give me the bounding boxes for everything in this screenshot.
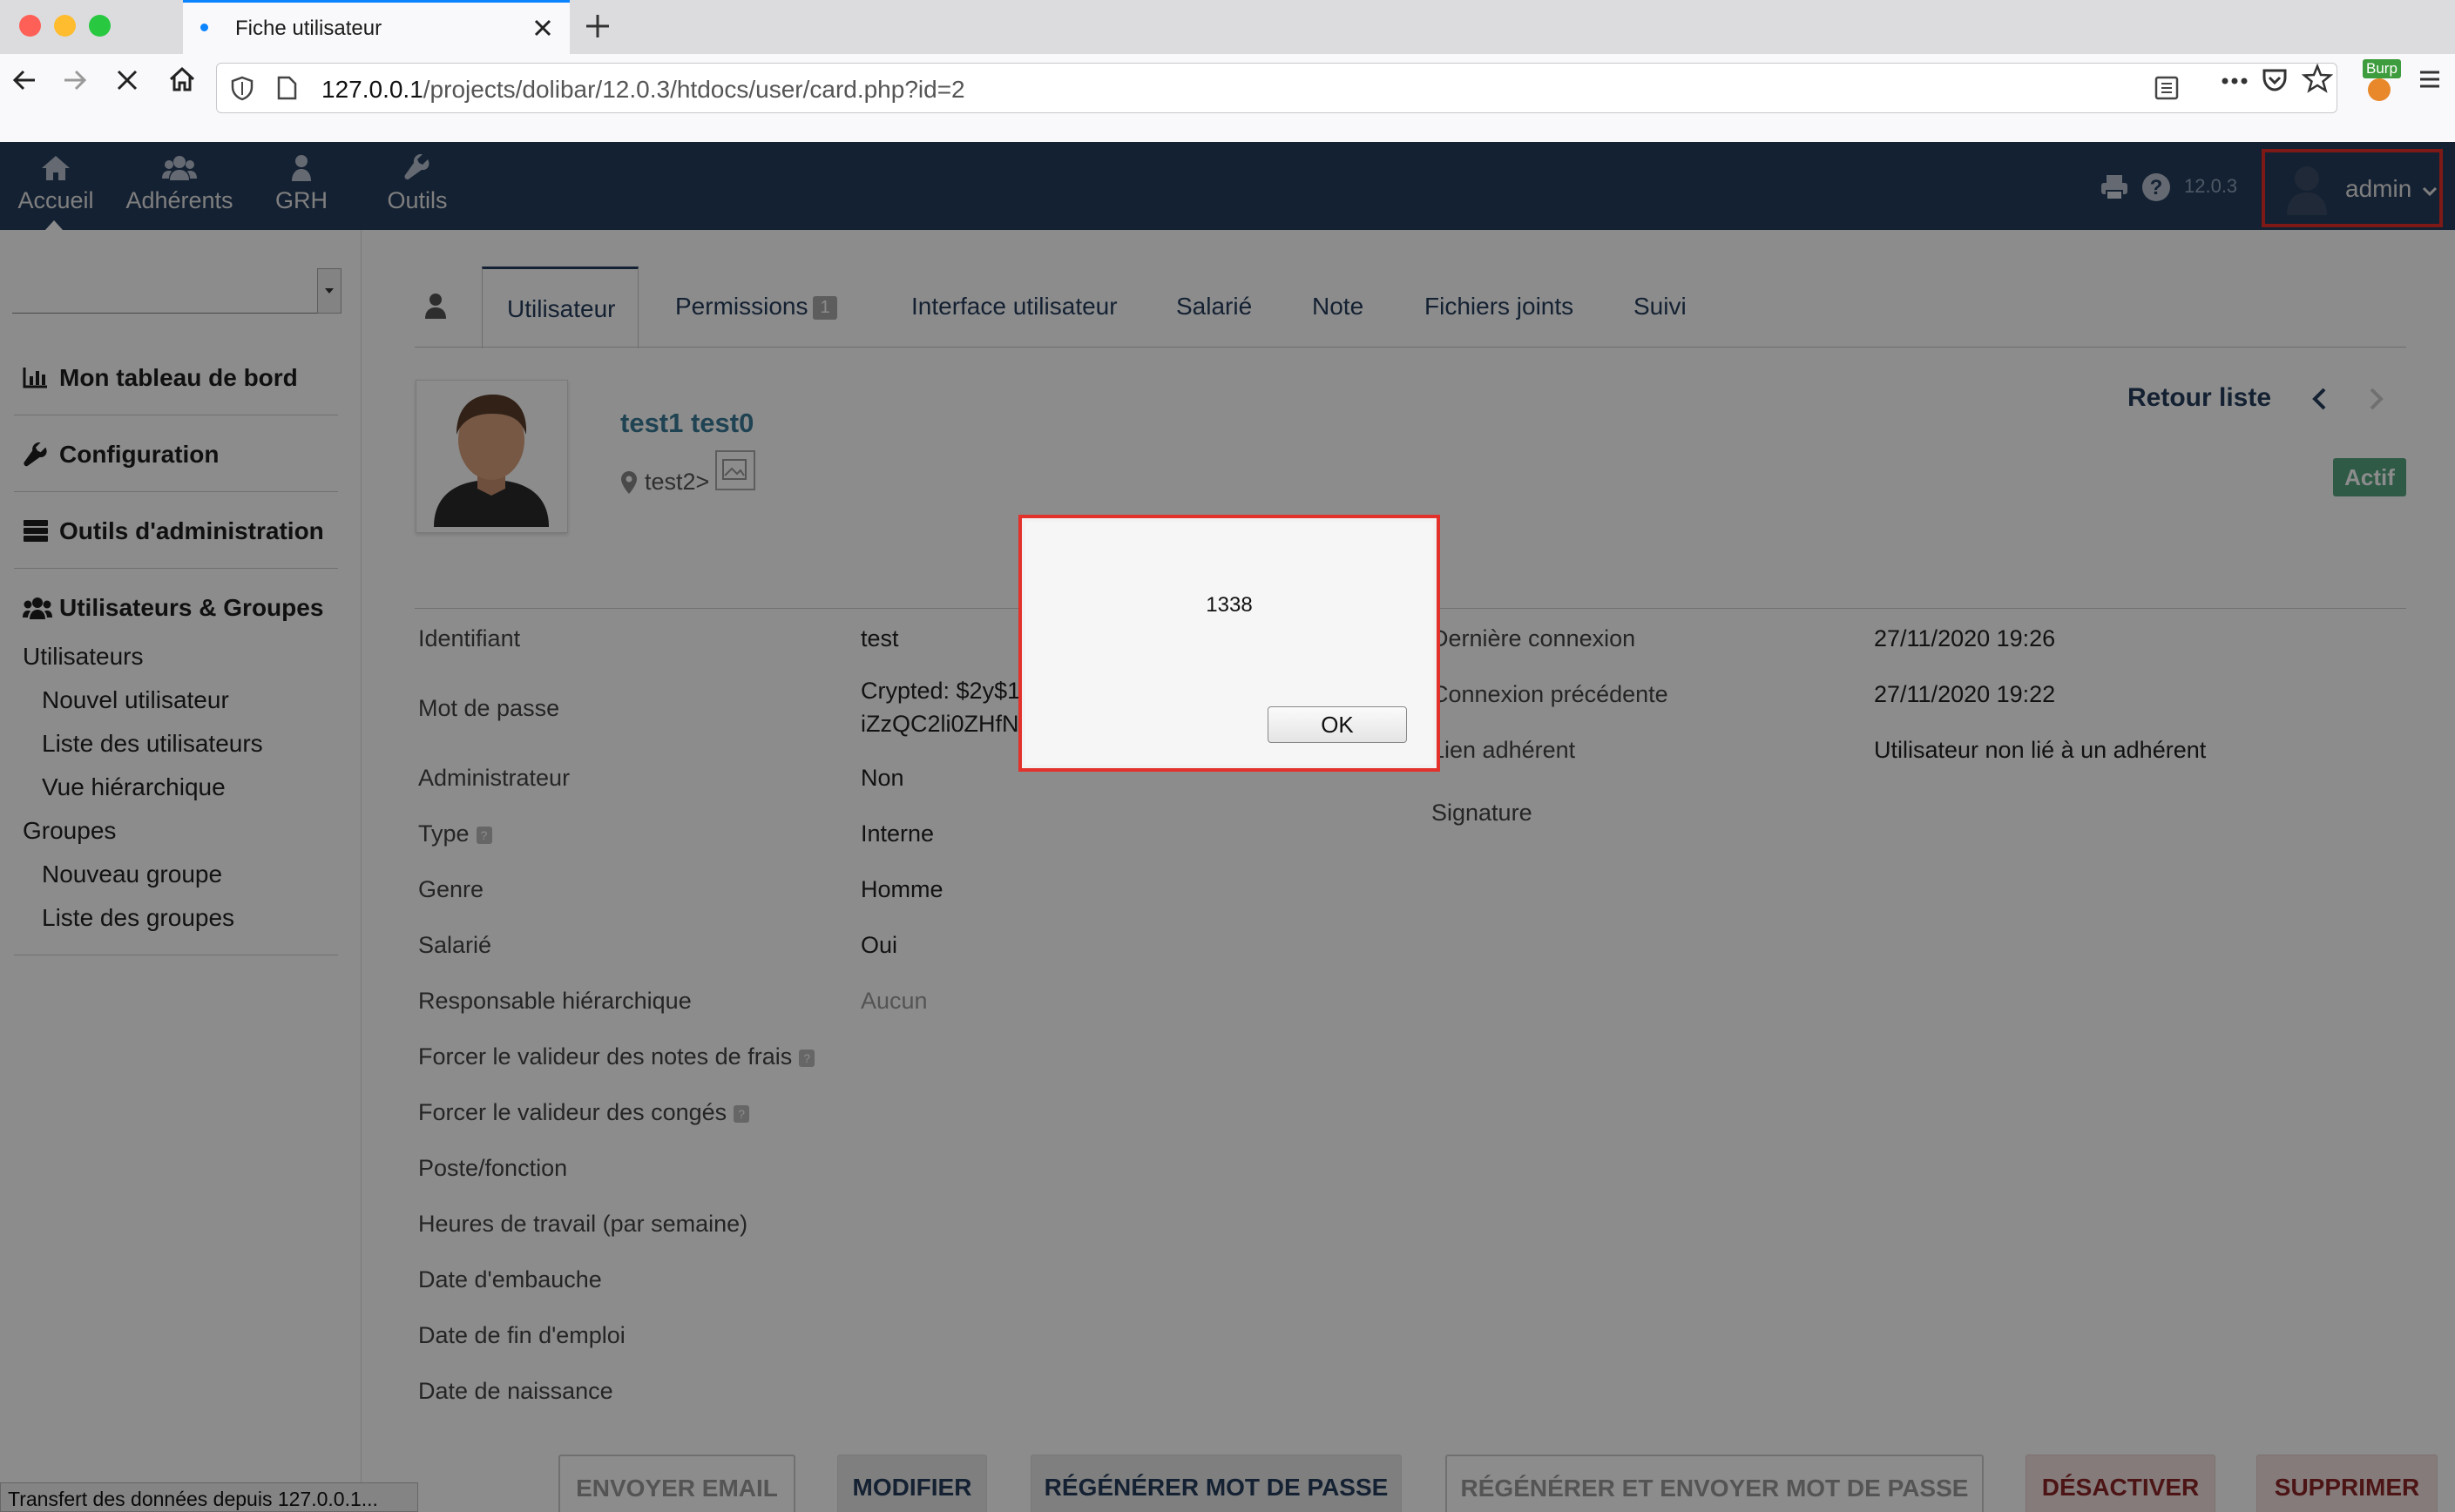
forward-icon[interactable] [59,64,91,96]
back-icon[interactable] [9,64,40,96]
browser-tab-bar: Fiche utilisateur [0,0,2455,54]
maximize-window-button[interactable] [89,15,111,37]
page-info-icon[interactable] [274,75,299,101]
bookmark-star-icon[interactable] [2302,63,2333,94]
more-actions-icon[interactable] [2220,68,2249,94]
alert-dialog: 1338 OK [1025,522,1433,765]
url-text[interactable]: 127.0.0.1/projects/dolibar/12.0.3/htdocs… [321,76,965,104]
close-tab-icon[interactable] [531,17,554,39]
tab-title: Fiche utilisateur [235,17,382,40]
alert-dialog-highlight: 1338 OK [1018,515,1440,772]
home-icon[interactable] [166,63,199,96]
new-tab-icon[interactable] [584,12,612,40]
close-window-button[interactable] [19,15,41,37]
alert-message: 1338 [1206,593,1253,617]
alert-ok-button[interactable]: OK [1268,706,1407,743]
shield-icon[interactable] [229,75,255,101]
address-bar[interactable]: 127.0.0.1/projects/dolibar/12.0.3/htdocs… [216,63,2337,113]
modal-overlay-top [0,142,2455,230]
pocket-icon[interactable] [2260,64,2289,94]
browser-tab[interactable]: Fiche utilisateur [183,0,570,54]
stop-loading-icon[interactable] [112,64,143,96]
loading-dot-icon [200,24,208,31]
reader-view-icon[interactable] [2153,74,2181,102]
modal-overlay [0,230,2455,1512]
burp-extension-icon[interactable]: Burp [2361,59,2401,103]
minimize-window-button[interactable] [54,15,76,37]
menu-icon[interactable] [2417,66,2443,92]
